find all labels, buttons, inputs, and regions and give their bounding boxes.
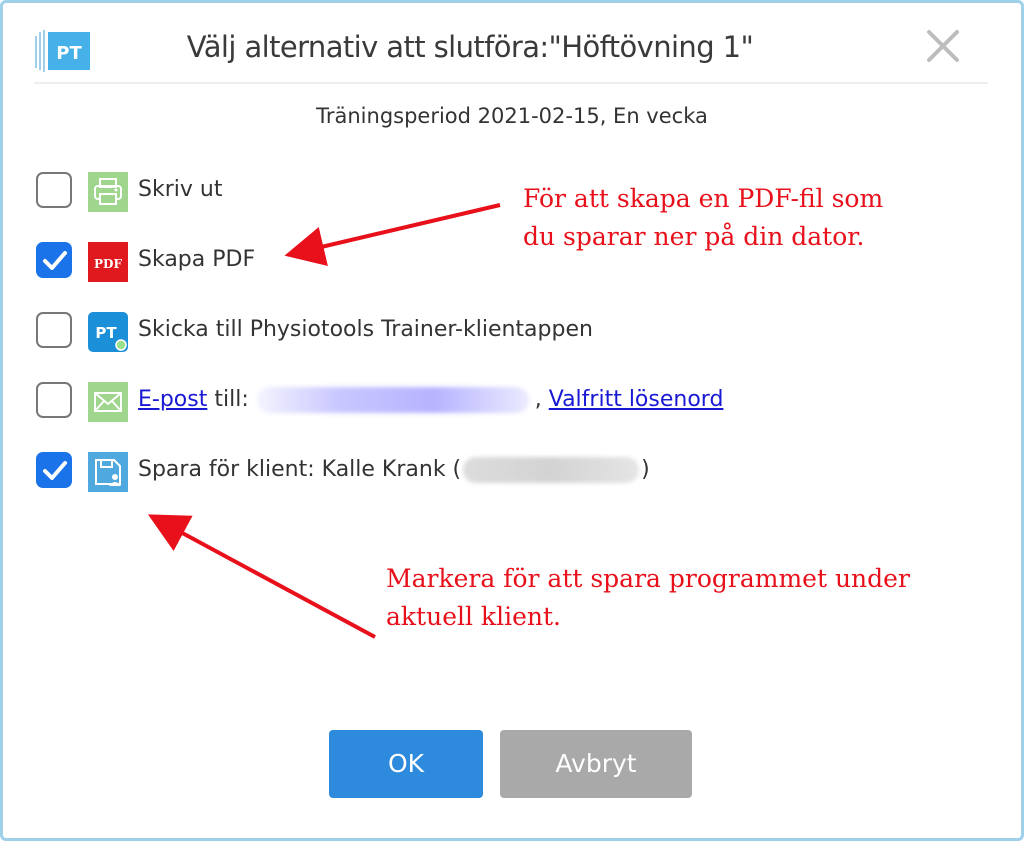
pdf-annotation-line1: För att skapa en PDF-fil som (523, 184, 884, 213)
save-annotation-line1: Markera för att spara programmet under (386, 564, 910, 593)
annotation-arrows (147, 203, 501, 639)
save-annotation-arrow (147, 514, 376, 639)
ok-button[interactable]: OK (329, 730, 483, 798)
pdf-annotation-line2: du sparar ner på din dator. (523, 222, 865, 251)
save-annotation: Markera för att spara programmet under a… (386, 560, 910, 636)
pdf-annotation-arrow (284, 203, 501, 266)
pdf-annotation: För att skapa en PDF-fil som du sparar n… (523, 180, 883, 256)
cancel-button[interactable]: Avbryt (500, 730, 692, 798)
save-annotation-line2: aktuell klient. (386, 602, 561, 631)
